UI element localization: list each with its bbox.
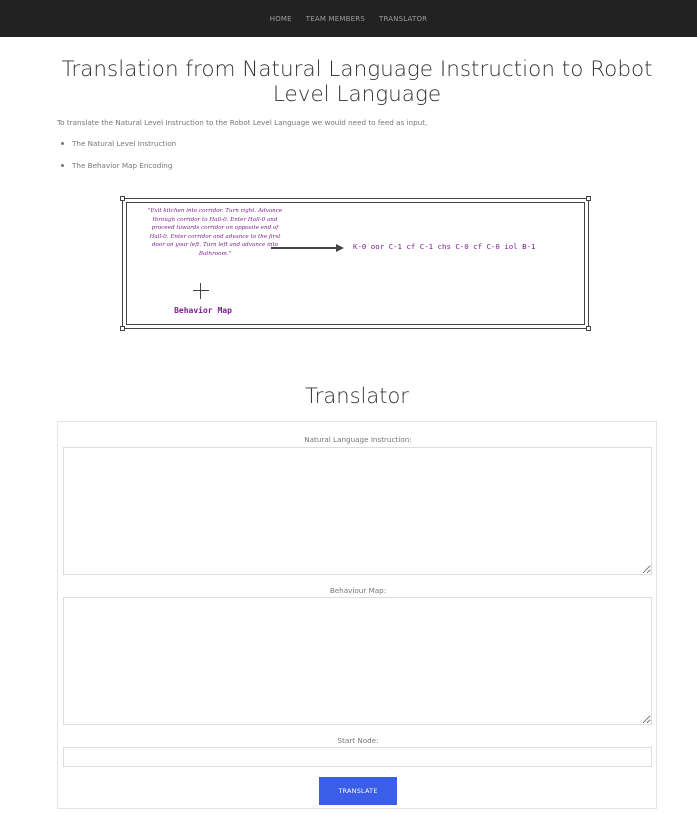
- behavior-map-label: Behavior Map: [174, 306, 232, 315]
- behaviour-map-label: Behaviour Map:: [329, 586, 387, 595]
- start-node-label: Start Node:: [337, 736, 379, 745]
- translation-example-figure: "Exit kitchen into corridor. Turn right.…: [120, 196, 591, 331]
- translate-button[interactable]: TRANSLATE: [319, 777, 397, 805]
- arrow-right-icon: [271, 247, 337, 249]
- frame-corner: [586, 196, 591, 201]
- natural-language-input[interactable]: [63, 447, 652, 575]
- behaviour-map-input[interactable]: [63, 597, 652, 725]
- arrow-head-icon: [336, 244, 344, 252]
- nav-team-members-link[interactable]: TEAM MEMBERS: [306, 15, 365, 23]
- list-item: The Natural Level Instruction: [60, 138, 176, 160]
- start-node-input[interactable]: [63, 747, 652, 767]
- intro-text: To translate the Natural Level Instructi…: [57, 118, 428, 127]
- natural-language-label: Natural Language Instruction:: [304, 435, 412, 444]
- frame-corner: [586, 326, 591, 331]
- list-item: The Behavior Map Encoding: [60, 160, 176, 182]
- frame-corner: [120, 196, 125, 201]
- nav-links: HOME TEAM MEMBERS TRANSLATOR: [0, 0, 697, 37]
- translator-form: Natural Language Instruction: Behaviour …: [57, 421, 657, 809]
- input-requirements-list: The Natural Level Instruction The Behavi…: [60, 138, 176, 182]
- top-navbar: HOME TEAM MEMBERS TRANSLATOR: [0, 0, 697, 37]
- frame-corner: [120, 326, 125, 331]
- robot-language-example: K-0 oor C-1 cf C-1 chs C-0 cf C-0 iol B-…: [353, 242, 536, 251]
- plus-icon: [193, 283, 209, 299]
- translator-heading: Translator: [305, 384, 409, 408]
- nav-translator-link[interactable]: TRANSLATOR: [379, 15, 427, 23]
- nav-home-link[interactable]: HOME: [270, 15, 292, 23]
- page-title: Translation from Natural Language Instru…: [61, 57, 653, 107]
- natural-language-example: "Exit kitchen into corridor. Turn right.…: [147, 208, 283, 257]
